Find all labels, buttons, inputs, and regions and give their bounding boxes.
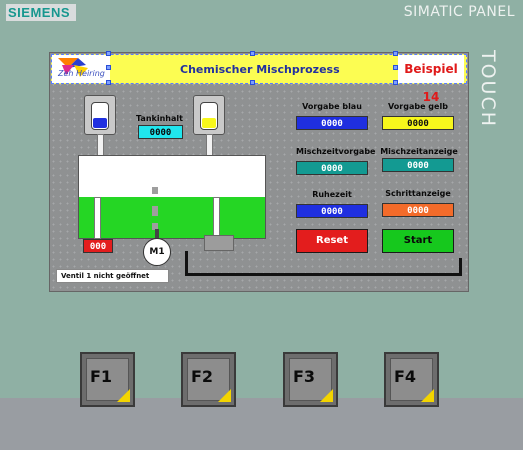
selection-handle bbox=[393, 65, 398, 70]
drain-pipe bbox=[185, 273, 462, 276]
function-key-f2[interactable]: F2 bbox=[181, 352, 236, 407]
stirrer-shaft bbox=[152, 187, 158, 194]
panel-bottom-bezel bbox=[0, 398, 523, 450]
touch-label: TOUCH bbox=[477, 50, 499, 129]
counter-display: 000 bbox=[83, 239, 113, 253]
vorgabe-gelb-label: Vorgabe gelb bbox=[388, 102, 448, 111]
reset-button[interactable]: Reset bbox=[296, 229, 368, 253]
mischzeitanzeige-display: 0000 bbox=[382, 158, 454, 172]
selection-handle bbox=[393, 51, 398, 56]
start-button[interactable]: Start bbox=[382, 229, 454, 253]
selection-handle bbox=[106, 65, 111, 70]
mischzeitvorgabe-label: Mischzeitvorgabe bbox=[296, 147, 376, 156]
selection-handle bbox=[250, 80, 255, 85]
selection-handle bbox=[106, 80, 111, 85]
tank-outlet bbox=[204, 235, 234, 251]
schrittanzeige-label: Schrittanzeige bbox=[385, 189, 451, 198]
selection-handle bbox=[393, 80, 398, 85]
corner-marker-icon bbox=[218, 389, 231, 402]
brand-logo: SIEMENS bbox=[6, 4, 76, 21]
mixing-tank bbox=[78, 155, 266, 239]
corner-marker-icon bbox=[117, 389, 130, 402]
mischzeitanzeige-label: Mischzeitanzeige bbox=[380, 147, 458, 156]
vorgabe-gelb-input[interactable]: 0000 bbox=[382, 116, 454, 130]
function-key-f4[interactable]: F4 bbox=[384, 352, 439, 407]
selection-handle bbox=[106, 51, 111, 56]
tank-content-value: 0000 bbox=[138, 125, 183, 139]
drain-pipe bbox=[459, 258, 462, 276]
stirrer-shaft bbox=[152, 206, 158, 216]
yellow-level-fill bbox=[202, 117, 216, 128]
example-label: Beispiel 14 bbox=[398, 55, 464, 104]
vorgabe-blau-input[interactable]: 0000 bbox=[296, 116, 368, 130]
ruhezeit-label: Ruhezeit bbox=[312, 190, 352, 199]
tank-liquid bbox=[79, 197, 265, 238]
ruhezeit-input[interactable]: 0000 bbox=[296, 204, 368, 218]
tank-content-label: Tankinhalt bbox=[136, 114, 183, 123]
tank-support bbox=[94, 197, 101, 239]
corner-marker-icon bbox=[421, 389, 434, 402]
screen-title: Chemischer Mischprozess bbox=[180, 63, 340, 76]
blue-level-fill bbox=[93, 117, 107, 128]
status-message: Ventil 1 nicht geöffnet bbox=[56, 269, 169, 283]
selection-handle bbox=[250, 51, 255, 56]
panel-model-label: SIMATIC PANEL bbox=[403, 4, 515, 20]
valve-yellow[interactable] bbox=[193, 95, 225, 135]
company-logo: Zeh Heiring bbox=[52, 55, 110, 83]
corner-marker-icon bbox=[320, 389, 333, 402]
tank-support bbox=[213, 197, 220, 239]
vorgabe-blau-label: Vorgabe blau bbox=[302, 102, 362, 111]
title-bar: Zeh Heiring Chemischer Mischprozess Beis… bbox=[51, 54, 467, 104]
function-key-f3[interactable]: F3 bbox=[283, 352, 338, 407]
mischzeitvorgabe-input[interactable]: 0000 bbox=[296, 161, 368, 175]
schrittanzeige-display: 0000 bbox=[382, 203, 454, 217]
function-key-f1[interactable]: F1 bbox=[80, 352, 135, 407]
motor-m1[interactable]: M1 bbox=[143, 238, 171, 266]
valve-blue[interactable] bbox=[84, 95, 116, 135]
